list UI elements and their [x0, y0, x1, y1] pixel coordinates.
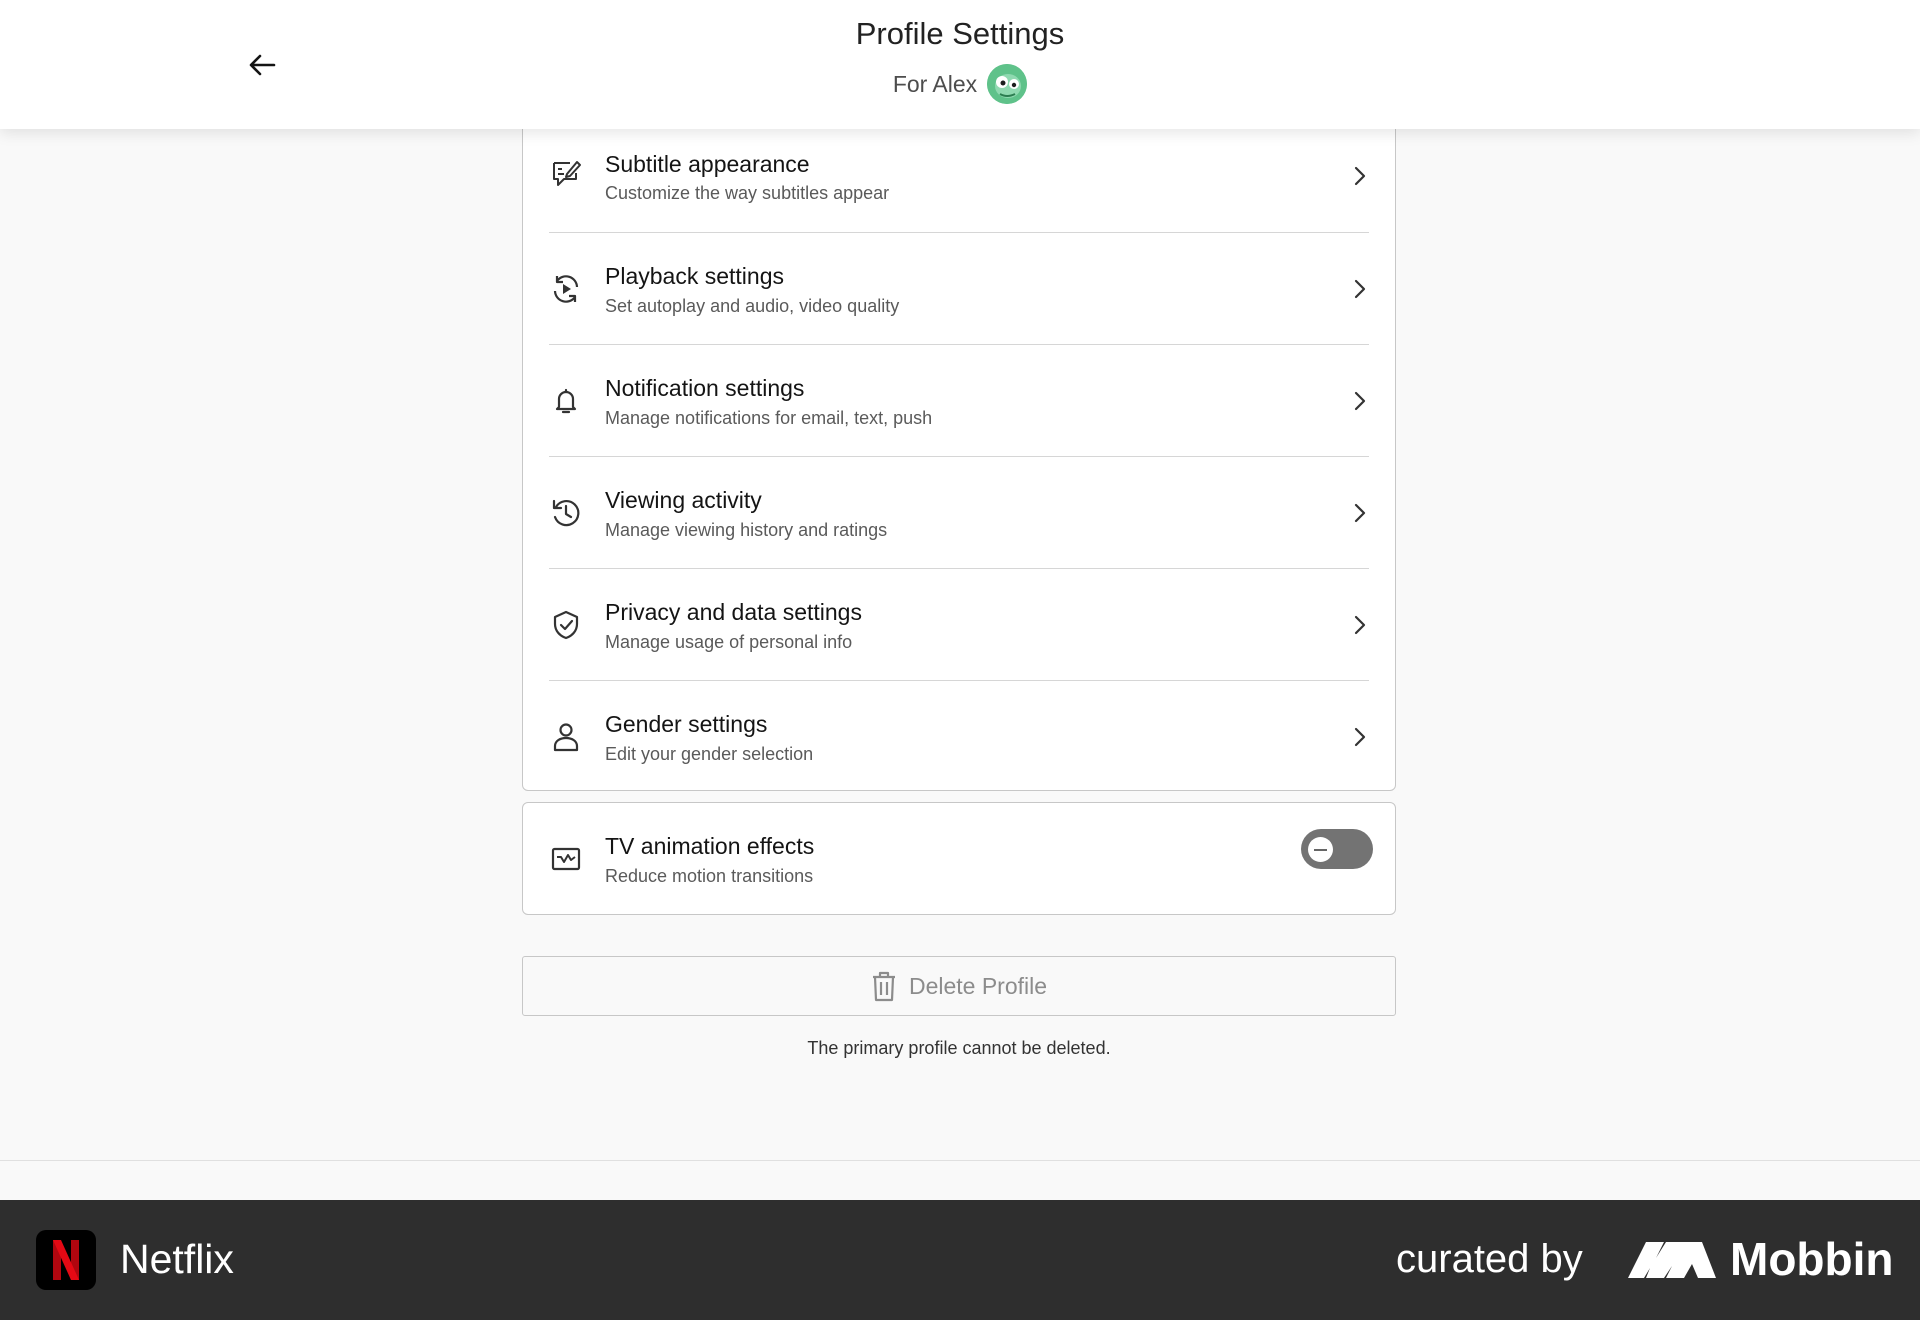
chevron-right-icon [1354, 166, 1366, 186]
chevron-right-icon [1354, 727, 1366, 747]
tv-icon [551, 847, 581, 871]
item-description: Manage notifications for email, text, pu… [605, 408, 933, 428]
footer-bar: Netflix curated by Mobbin [0, 1200, 1920, 1320]
page-title: Profile Settings [855, 16, 1065, 51]
page-header: Profile Settings For Alex [0, 0, 1920, 129]
tv-animation-title: TV animation effects [605, 833, 815, 859]
divider [0, 1160, 1920, 1161]
settings-item-viewing-activity[interactable]: Viewing activity Manage viewing history … [523, 457, 1395, 569]
settings-item-privacy[interactable]: Privacy and data settings Manage usage o… [523, 569, 1395, 681]
subtitle-edit-icon [553, 161, 581, 186]
item-title: Notification settings [605, 375, 805, 401]
playback-refresh-icon [553, 275, 579, 303]
tv-animation-card: TV animation effects Reduce motion trans… [522, 802, 1396, 915]
settings-list: Subtitle appearance Customize the way su… [522, 100, 1396, 791]
item-title: Playback settings [605, 263, 784, 289]
settings-item-notifications[interactable]: Notification settings Manage notificatio… [523, 345, 1395, 457]
settings-item-playback[interactable]: Playback settings Set autoplay and audio… [523, 233, 1395, 345]
chevron-right-icon [1354, 503, 1366, 523]
item-description: Manage viewing history and ratings [605, 520, 888, 540]
delete-note: The primary profile cannot be deleted. [807, 1038, 1111, 1058]
history-clock-icon [552, 499, 580, 527]
tv-animation-description: Reduce motion transitions [605, 866, 814, 886]
chevron-right-icon [1354, 391, 1366, 411]
item-title: Viewing activity [605, 487, 762, 513]
shield-check-icon [553, 610, 579, 640]
item-description: Manage usage of personal info [605, 632, 853, 652]
curated-by-label: curated by [1396, 1237, 1583, 1281]
mobbin-logo-icon [1628, 1242, 1716, 1278]
avatar [987, 64, 1028, 104]
settings-item-gender[interactable]: Gender settings Edit your gender selecti… [523, 681, 1395, 793]
item-title: Gender settings [605, 711, 768, 737]
person-icon [553, 723, 579, 752]
item-description: Customize the way subtitles appear [605, 183, 890, 203]
mobbin-brand: Mobbin [1730, 1233, 1894, 1285]
trash-icon [872, 971, 895, 1002]
bell-icon [555, 388, 577, 414]
netflix-logo-icon [36, 1230, 96, 1290]
delete-profile-label: Delete Profile [908, 972, 1048, 999]
item-description: Edit your gender selection [605, 744, 814, 764]
toggle-knob [1308, 837, 1333, 862]
item-description: Set autoplay and audio, video quality [605, 296, 900, 316]
chevron-right-icon [1354, 615, 1366, 635]
profile-name-label: For Alex [892, 70, 978, 97]
chevron-right-icon [1354, 279, 1366, 299]
tv-animation-toggle[interactable] [1301, 829, 1373, 869]
app-name: Netflix [120, 1236, 234, 1282]
delete-profile-button[interactable]: Delete Profile [522, 956, 1396, 1016]
item-title: Privacy and data settings [605, 599, 862, 625]
profile-subtitle: For Alex [0, 64, 1920, 104]
item-title: Subtitle appearance [605, 151, 810, 177]
